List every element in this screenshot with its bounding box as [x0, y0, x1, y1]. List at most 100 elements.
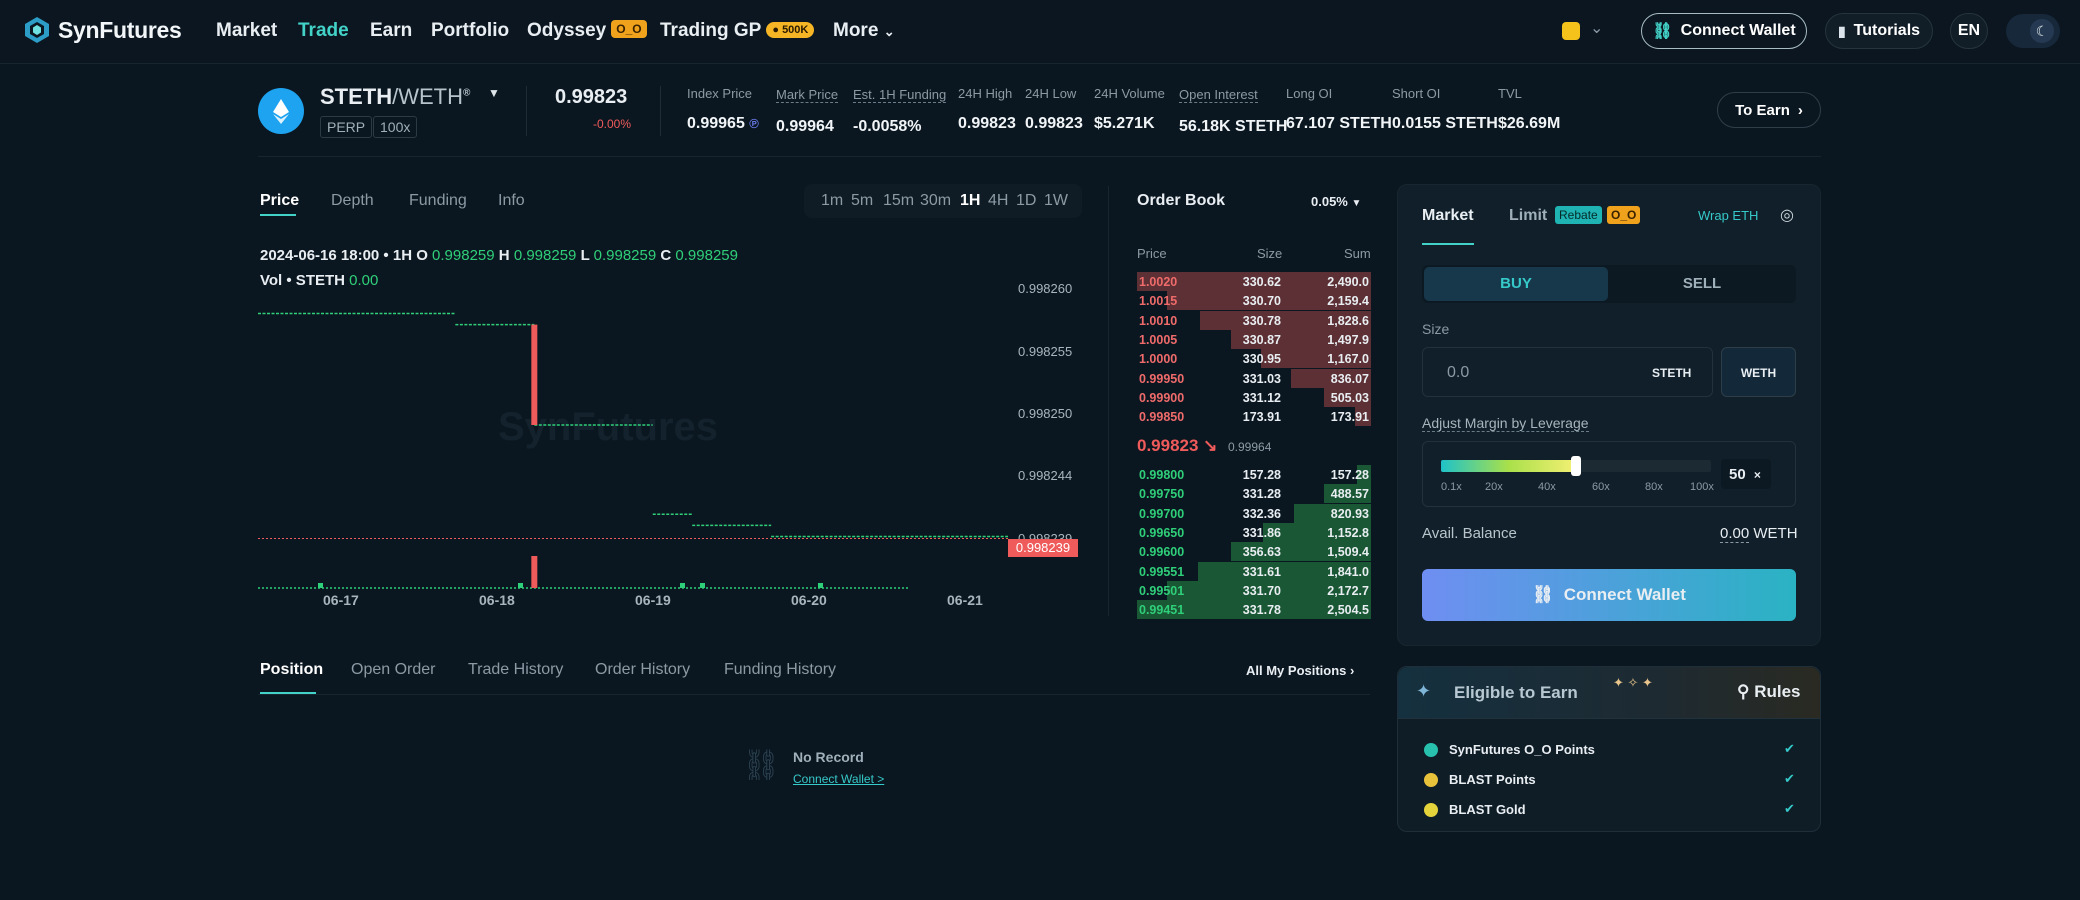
ob-size: 330.62 [1242, 275, 1281, 289]
ob-sum: 1,828.6 [1327, 313, 1369, 328]
bid-row[interactable]: 0.99551 331.61 1,841.0 [1137, 561, 1371, 581]
synfutures-logo-icon [25, 17, 49, 43]
ask-row[interactable]: 0.99850 173.91 173.91 [1137, 407, 1371, 427]
moon-icon: ☾ [2030, 19, 2054, 43]
tf-1m[interactable]: 1m [821, 192, 843, 210]
tab-depth[interactable]: Depth [331, 192, 374, 210]
ohlc-close: 0.998259 [675, 247, 738, 264]
check-icon: ✔ [1784, 741, 1795, 756]
lev-mark[interactable]: 80x [1645, 481, 1663, 493]
ask-row[interactable]: 1.0000 330.95 1,167.0 [1137, 349, 1371, 369]
ask-row[interactable]: 1.0020 330.62 2,490.0 [1137, 272, 1371, 291]
ob-price: 0.99451 [1139, 603, 1185, 618]
tf-15m[interactable]: 15m [883, 192, 914, 210]
positions-connect-link[interactable]: Connect Wallet > [793, 772, 884, 786]
nav-market[interactable]: Market [216, 20, 277, 42]
lev-mark[interactable]: 20x [1485, 481, 1503, 493]
tf-4h[interactable]: 4H [988, 192, 1008, 210]
to-earn-button[interactable]: To Earn › [1717, 92, 1821, 128]
connect-wallet-button[interactable]: ⛓ Connect Wallet [1641, 13, 1807, 49]
tf-1d[interactable]: 1D [1016, 192, 1036, 210]
ask-row[interactable]: 1.0010 330.78 1,828.6 [1137, 310, 1371, 330]
tf-5m[interactable]: 5m [851, 192, 873, 210]
stat-label[interactable]: Est. 1H Funding [853, 87, 947, 103]
tab-order-history[interactable]: Order History [595, 661, 690, 679]
ob-price: 0.99650 [1139, 525, 1185, 540]
tf-30m[interactable]: 30m [920, 192, 951, 210]
stat-label: 24H High [958, 86, 1013, 101]
y-tick: 0.998260 [1018, 281, 1073, 296]
leverage-input[interactable]: 50 × [1721, 459, 1771, 489]
margin-leverage-label[interactable]: Adjust Margin by Leverage [1422, 415, 1589, 432]
tf-1h[interactable]: 1H [960, 192, 980, 210]
leverage-track[interactable] [1441, 456, 1711, 476]
ob-price: 1.0020 [1139, 275, 1178, 289]
close-icon[interactable]: × [1754, 468, 1761, 482]
ask-row[interactable]: 1.0015 330.70 2,159.4 [1137, 291, 1371, 311]
chain-chevron-icon[interactable]: ⌄ [1590, 18, 1603, 38]
oo-badge: O_O [1607, 206, 1641, 224]
language-button[interactable]: EN [1950, 13, 1988, 49]
volume-bar [700, 583, 705, 588]
settings-icon[interactable]: ◎ [1780, 205, 1794, 225]
tab-open-order[interactable]: Open Order [351, 661, 435, 679]
ob-size: 356.63 [1242, 545, 1281, 560]
synfutures-watermark: SynFutures [498, 405, 718, 449]
nav-trade[interactable]: Trade [298, 20, 349, 42]
nav-more[interactable]: More ⌄ [833, 20, 895, 42]
nav-trading-gp[interactable]: Trading GP ● 500K [660, 20, 815, 42]
stat-funding: Est. 1H Funding -0.0058% [853, 86, 947, 136]
bid-row[interactable]: 0.99501 331.70 2,172.7 [1137, 580, 1371, 600]
theme-toggle[interactable]: ☾ [2006, 14, 2060, 48]
lev-mark[interactable]: 0.1x [1441, 481, 1462, 493]
avail-balance-value[interactable]: 0.00 [1720, 525, 1750, 543]
size-input[interactable]: 0.0 STETH [1422, 347, 1713, 397]
price-chart[interactable]: SynFutures [258, 270, 1078, 625]
oracle-icon: ℗ [749, 116, 759, 131]
precision-select[interactable]: 0.05% ▼ [1311, 194, 1361, 209]
bid-row[interactable]: 0.99750 331.28 488.57 [1137, 484, 1371, 504]
bid-row[interactable]: 0.99451 331.78 2,504.5 [1137, 600, 1371, 620]
tab-price[interactable]: Price [260, 192, 299, 210]
rules-button[interactable]: ⚲ Rules [1737, 682, 1800, 702]
tab-funding[interactable]: Funding [409, 192, 467, 210]
tab-info[interactable]: Info [498, 192, 525, 210]
trade-connect-wallet-button[interactable]: ⛓ Connect Wallet [1422, 569, 1796, 621]
tutorials-button[interactable]: ▮ Tutorials [1825, 13, 1933, 49]
nav-earn[interactable]: Earn [370, 20, 412, 42]
tf-1w[interactable]: 1W [1044, 192, 1068, 210]
wrap-eth-link[interactable]: Wrap ETH [1698, 208, 1758, 223]
tab-limit-order[interactable]: Limit [1509, 207, 1547, 225]
stat-label[interactable]: Open Interest [1179, 87, 1258, 103]
stat-tvl: TVL $26.69M [1498, 86, 1560, 133]
ask-row[interactable]: 0.99950 331.03 836.07 [1137, 368, 1371, 388]
ask-row[interactable]: 1.0005 330.87 1,497.9 [1137, 329, 1371, 349]
blast-chain-icon[interactable] [1562, 22, 1580, 40]
sell-button[interactable]: SELL [1610, 267, 1794, 301]
lev-mark[interactable]: 60x [1592, 481, 1610, 493]
tab-position[interactable]: Position [260, 661, 323, 679]
market-pair[interactable]: STETH/WETH® [320, 84, 470, 110]
weth-toggle-button[interactable]: WETH [1721, 347, 1796, 397]
y-tick: 0.998250 [1018, 406, 1073, 421]
tab-trade-history[interactable]: Trade History [468, 661, 563, 679]
lev-mark[interactable]: 100x [1690, 481, 1714, 493]
header-separator [258, 156, 1821, 157]
bid-row[interactable]: 0.99700 332.36 820.93 [1137, 503, 1371, 523]
stat-label[interactable]: Mark Price [776, 87, 839, 103]
bid-row[interactable]: 0.99600 356.63 1,509.4 [1137, 542, 1371, 562]
brand-logo[interactable]: SynFutures [24, 16, 182, 44]
all-positions-link[interactable]: All My Positions › [1246, 663, 1354, 678]
leverage-handle[interactable] [1571, 456, 1581, 476]
lev-mark[interactable]: 40x [1538, 481, 1556, 493]
bid-row[interactable]: 0.99800 157.28 157.28 [1137, 465, 1371, 484]
pair-dropdown-icon[interactable]: ▼ [488, 86, 500, 100]
ask-row[interactable]: 0.99900 331.12 505.03 [1137, 387, 1371, 407]
nav-odyssey[interactable]: Odyssey O_O [527, 20, 647, 42]
buy-button[interactable]: BUY [1424, 267, 1608, 301]
tab-market-order[interactable]: Market [1422, 207, 1474, 225]
tab-funding-history[interactable]: Funding History [724, 661, 836, 679]
bid-row[interactable]: 0.99650 331.86 1,152.8 [1137, 522, 1371, 542]
nav-portfolio[interactable]: Portfolio [431, 20, 509, 42]
gp-badge: ● 500K [766, 22, 815, 38]
